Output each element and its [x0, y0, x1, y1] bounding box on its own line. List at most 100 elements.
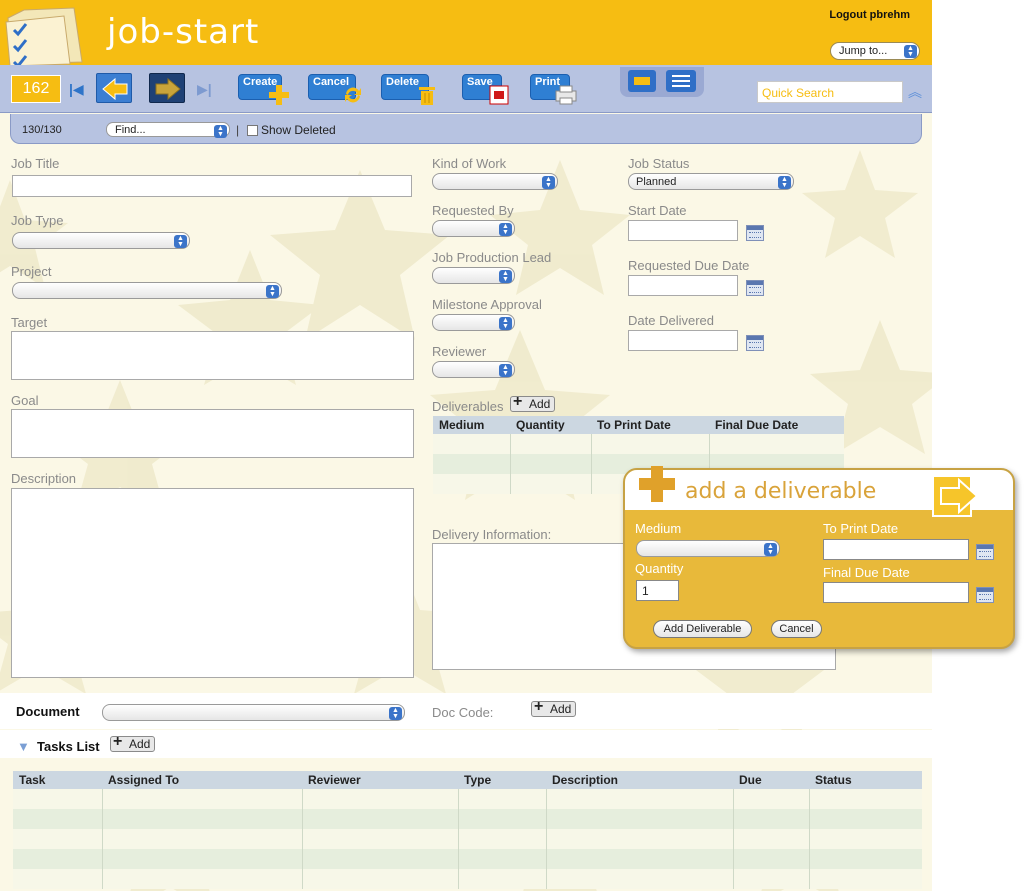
job-type-select[interactable]: ▲ ▼ [12, 232, 190, 249]
delete-button[interactable]: Delete [381, 74, 435, 105]
add-deliverable-submit-button[interactable]: Add Deliverable [653, 620, 752, 638]
medium-label: Medium [635, 521, 682, 536]
column-header[interactable]: Medium [433, 416, 510, 434]
first-record-icon[interactable]: |◀ [69, 81, 84, 98]
job-production-lead-select[interactable]: ▲ ▼ [432, 267, 515, 284]
popup-title: add a deliverable [685, 479, 877, 504]
job-status-select[interactable]: Planned ▲ ▼ [628, 173, 794, 190]
medium-select[interactable]: ▲ ▼ [636, 540, 780, 557]
requested-due-date-input[interactable] [628, 275, 738, 296]
calendar-icon[interactable] [976, 544, 994, 560]
app-window: job-start Logout pbrehm Jump to... ▲ ▼ 16… [0, 0, 932, 891]
plus-icon: + [534, 698, 544, 715]
select-arrows-icon: ▲ ▼ [499, 364, 512, 377]
final-due-date-input[interactable] [823, 582, 969, 603]
disclosure-triangle-icon[interactable]: ▼ [17, 739, 30, 754]
jump-to-select[interactable]: Jump to... ▲ ▼ [830, 42, 920, 60]
list-view-button[interactable] [666, 70, 696, 92]
table-row[interactable] [13, 869, 922, 889]
record-number: 162 [11, 75, 61, 103]
print-button[interactable]: Print [530, 74, 577, 105]
target-textarea[interactable] [11, 331, 414, 380]
start-date-label: Start Date [628, 203, 687, 218]
quick-search-input[interactable]: Quick Search [757, 81, 903, 103]
job-title-input[interactable] [12, 175, 412, 197]
popup-cancel-button[interactable]: Cancel [771, 620, 822, 638]
start-date-input[interactable] [628, 220, 738, 241]
column-header[interactable]: Final Due Date [709, 416, 844, 434]
find-select[interactable]: Find... ▲ ▼ [106, 122, 230, 138]
table-row[interactable] [13, 809, 922, 829]
select-arrows-icon: ▲ ▼ [389, 707, 402, 720]
reviewer-select[interactable]: ▲ ▼ [432, 361, 515, 378]
select-arrows-icon: ▲ ▼ [904, 45, 917, 58]
kind-of-work-select[interactable]: ▲ ▼ [432, 173, 558, 190]
add-task-button[interactable]: + Add [110, 734, 156, 752]
reviewer-label: Reviewer [432, 344, 487, 359]
description-textarea[interactable] [11, 488, 414, 678]
add-deliverable-button[interactable]: + Add [510, 393, 556, 412]
calendar-icon[interactable] [746, 225, 764, 241]
floppy-disk-icon [489, 85, 509, 105]
view-toggle [620, 67, 704, 97]
quantity-input[interactable]: 1 [636, 580, 679, 601]
undo-arrows-icon [345, 87, 361, 103]
column-header[interactable]: Reviewer [302, 771, 458, 789]
column-header[interactable]: Due [733, 771, 809, 789]
calendar-icon[interactable] [746, 280, 764, 296]
calendar-icon[interactable] [976, 587, 994, 603]
select-arrows-icon: ▲ ▼ [499, 223, 512, 236]
select-arrows-icon: ▲ ▼ [499, 317, 512, 330]
column-header[interactable]: Description [546, 771, 733, 789]
show-deleted-checkbox[interactable] [247, 125, 258, 136]
tasks-list-header: ▼ Tasks List + Add [0, 730, 932, 758]
form-view-icon [634, 77, 650, 85]
previous-record-button[interactable] [96, 73, 132, 103]
column-header[interactable]: Task [13, 771, 102, 789]
select-arrows-icon: ▲ ▼ [214, 125, 227, 138]
app-header: job-start Logout pbrehm Jump to... ▲ ▼ [0, 0, 932, 66]
calendar-icon[interactable] [746, 335, 764, 351]
column-header[interactable]: To Print Date [591, 416, 709, 434]
form-view-button[interactable] [628, 70, 656, 92]
jump-to-label: Jump to... [839, 45, 888, 57]
document-row: Document ▲ ▼ Doc Code: + Add [0, 693, 932, 729]
project-select[interactable]: ▲ ▼ [12, 282, 282, 299]
to-print-date-input[interactable] [823, 539, 969, 560]
last-record-icon[interactable]: ▶| [197, 81, 212, 98]
document-select[interactable]: ▲ ▼ [102, 704, 405, 721]
collapse-chevron-icon[interactable]: ︽ [908, 82, 922, 102]
plus-icon: + [513, 393, 523, 410]
app-title: job-start [107, 12, 260, 52]
column-header[interactable]: Assigned To [102, 771, 302, 789]
logout-link[interactable]: Logout pbrehm [829, 9, 910, 21]
column-header[interactable]: Status [809, 771, 922, 789]
cancel-button[interactable]: Cancel [308, 74, 361, 103]
table-row[interactable] [433, 434, 844, 454]
find-select-label: Find... [115, 124, 146, 136]
doc-code-label: Doc Code: [432, 705, 494, 720]
arrow-right-icon [155, 77, 181, 101]
select-arrows-icon: ▲ ▼ [764, 543, 777, 556]
date-delivered-input[interactable] [628, 330, 738, 351]
add-document-button-label: Add [550, 702, 572, 716]
goal-textarea[interactable] [11, 409, 414, 458]
column-header[interactable]: Type [458, 771, 546, 789]
record-count: 130/130 [22, 124, 62, 136]
create-button[interactable]: Create [238, 74, 289, 105]
job-type-label: Job Type [11, 213, 64, 228]
table-row[interactable] [13, 829, 922, 849]
column-header[interactable]: Quantity [510, 416, 591, 434]
next-record-button[interactable] [149, 73, 185, 103]
milestone-approval-select[interactable]: ▲ ▼ [432, 314, 515, 331]
select-arrows-icon: ▲ ▼ [174, 235, 187, 248]
arrow-right-icon[interactable] [931, 474, 981, 518]
save-button[interactable]: Save [462, 74, 509, 105]
table-row[interactable] [13, 849, 922, 869]
table-header-row: Medium Quantity To Print Date Final Due … [433, 416, 844, 434]
table-row[interactable] [13, 789, 922, 809]
find-bar: 130/130 Find... ▲ ▼ | Show Deleted [10, 114, 922, 144]
add-document-button[interactable]: + Add [531, 698, 577, 717]
list-view-icon [672, 75, 690, 87]
requested-by-select[interactable]: ▲ ▼ [432, 220, 515, 237]
